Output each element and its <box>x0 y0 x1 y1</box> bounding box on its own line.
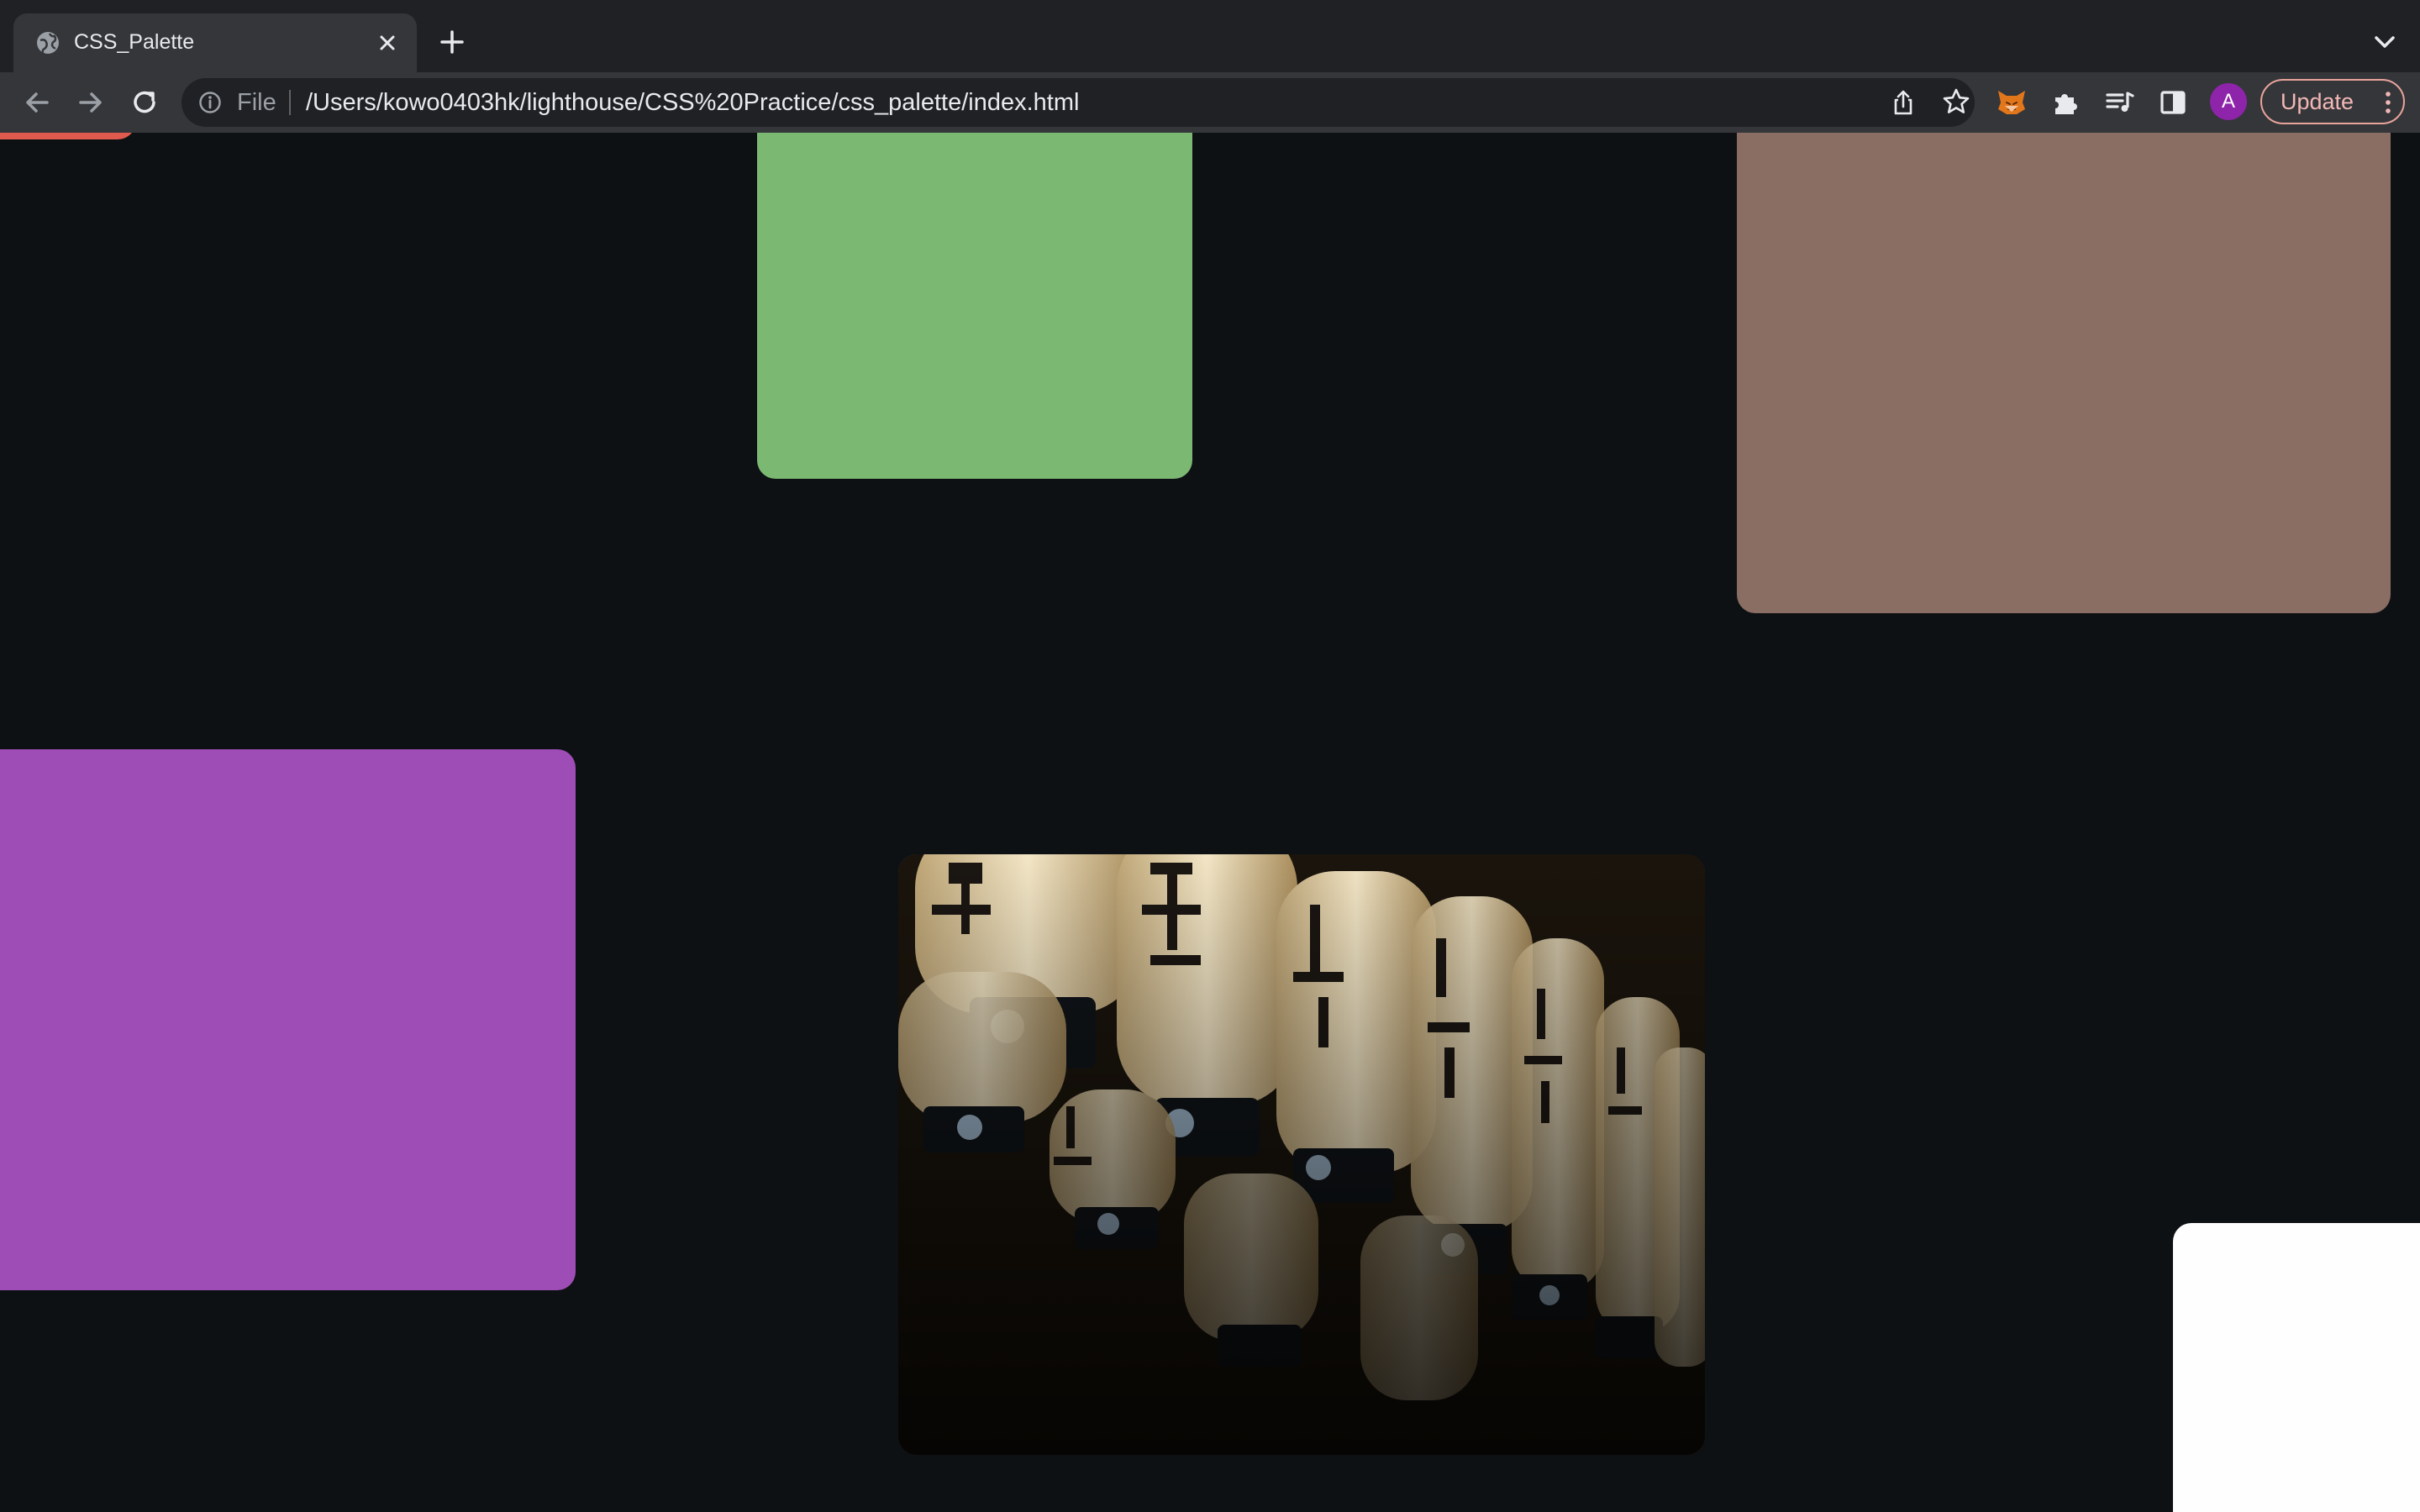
plus-icon[interactable] <box>435 25 469 59</box>
swatch-red <box>0 133 136 139</box>
url-scheme-label: File <box>237 89 276 116</box>
forward-arrow-icon[interactable] <box>72 84 109 121</box>
update-button[interactable]: Update <box>2260 79 2405 124</box>
globe-icon <box>37 32 59 54</box>
browser-toolbar: File /Users/kowo0403hk/lighthouse/CSS%20… <box>0 72 2420 133</box>
url-text[interactable]: /Users/kowo0403hk/lighthouse/CSS%20Pract… <box>306 88 1079 117</box>
back-arrow-icon[interactable] <box>18 84 55 121</box>
puzzle-extensions-icon[interactable] <box>2047 84 2084 121</box>
side-panel-icon[interactable] <box>2154 84 2191 121</box>
tab-title: CSS_Palette <box>74 30 195 54</box>
share-icon[interactable] <box>1889 88 1918 117</box>
swatch-white <box>2173 1223 2420 1512</box>
tab-strip: CSS_Palette <box>0 0 2420 72</box>
info-icon[interactable] <box>198 91 222 114</box>
page-viewport <box>0 133 2420 1512</box>
bookmark-star-icon[interactable] <box>1941 87 1971 117</box>
fox-extension-icon[interactable] <box>1993 84 2030 121</box>
reload-icon[interactable] <box>126 84 163 121</box>
swatch-brown <box>1737 133 2391 613</box>
lanterns-illustration <box>898 854 1705 1455</box>
swatch-green <box>757 133 1192 479</box>
close-icon[interactable] <box>373 29 402 57</box>
media-queue-icon[interactable] <box>2101 84 2138 121</box>
address-bar[interactable]: File /Users/kowo0403hk/lighthouse/CSS%20… <box>182 78 1975 127</box>
kebab-menu-icon[interactable] <box>2385 92 2391 113</box>
omnibox-divider <box>289 90 291 115</box>
profile-avatar[interactable]: A <box>2210 83 2247 120</box>
browser-tab[interactable]: CSS_Palette <box>13 13 417 72</box>
swatch-purple <box>0 749 576 1290</box>
lanterns-photo <box>898 854 1705 1455</box>
chevron-down-icon[interactable] <box>2368 25 2402 59</box>
update-label: Update <box>2281 89 2354 114</box>
